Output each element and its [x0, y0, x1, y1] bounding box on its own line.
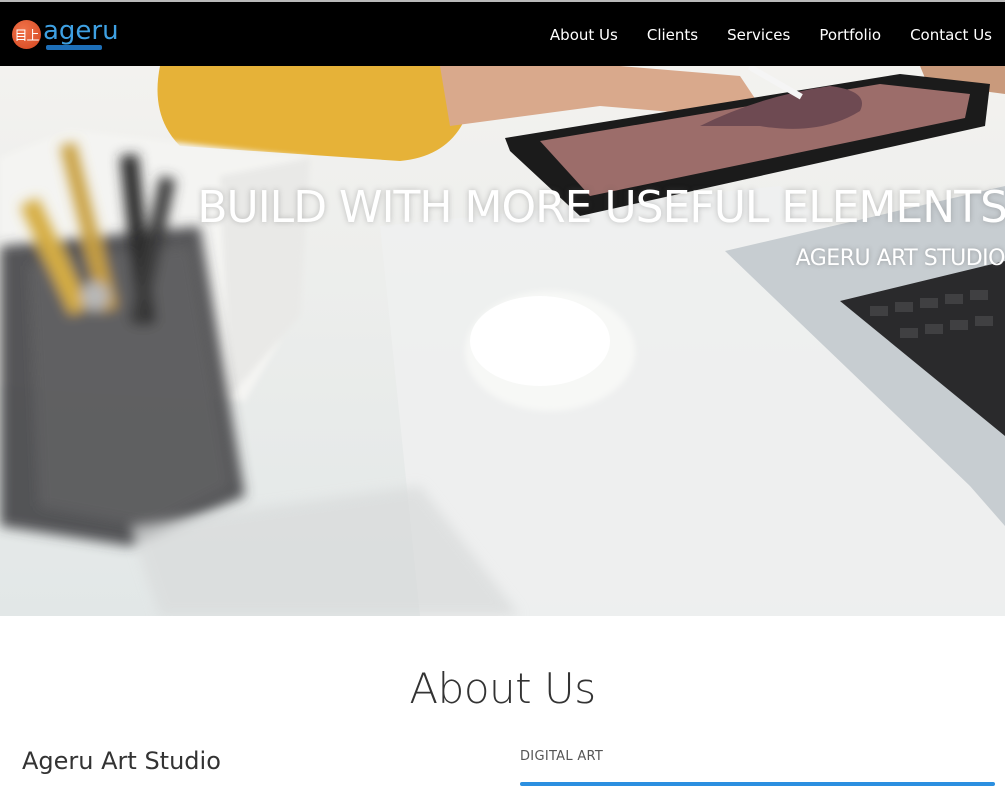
top-navbar: 目上 ageru About Us Clients Services Portf…	[0, 0, 1005, 66]
nav-link-about-us[interactable]: About Us	[550, 26, 618, 44]
studio-name: Ageru Art Studio	[22, 747, 221, 775]
nav-link-contact-us[interactable]: Contact Us	[910, 26, 992, 44]
logo-wordmark: ageru	[43, 16, 119, 50]
skill-label-digital-art: DIGITAL ART	[520, 749, 604, 764]
hero-subtitle: AGERU ART STUDIO	[795, 246, 1005, 271]
nav-link-portfolio[interactable]: Portfolio	[819, 26, 881, 44]
logo-underline	[46, 45, 102, 50]
hero-background-image	[0, 66, 1005, 616]
skill-progress-fill	[520, 782, 995, 786]
hero-title: BUILD WITH MORE USEFUL ELEMENTS	[197, 182, 1005, 233]
skill-progress-bar	[520, 782, 995, 786]
nav-link-services[interactable]: Services	[727, 26, 790, 44]
logo-mark-icon: 目上	[12, 19, 41, 49]
hero-banner: BUILD WITH MORE USEFUL ELEMENTS AGERU AR…	[0, 66, 1005, 616]
about-heading: About Us	[409, 664, 596, 713]
main-nav: About Us Clients Services Portfolio Cont…	[521, 2, 1005, 68]
logo-word-text: ageru	[43, 16, 119, 46]
nav-link-clients[interactable]: Clients	[647, 26, 698, 44]
brand-logo[interactable]: 目上 ageru	[12, 18, 119, 50]
